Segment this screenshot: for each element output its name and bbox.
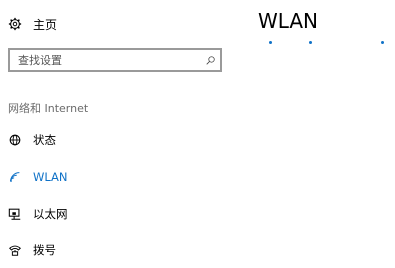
sidebar-item-wlan[interactable]: WLAN xyxy=(8,166,68,188)
search-icon[interactable] xyxy=(200,50,220,70)
sidebar-item-label: 状态 xyxy=(33,133,56,147)
sidebar-item-label: 以太网 xyxy=(33,207,68,221)
home-label: 主页 xyxy=(33,17,58,32)
section-label: 网络和 Internet xyxy=(8,102,89,115)
search-input[interactable] xyxy=(10,50,200,70)
wifi-icon xyxy=(8,170,22,184)
globe-icon xyxy=(8,133,22,147)
sidebar-item-label: WLAN xyxy=(33,170,68,184)
home-nav-item[interactable]: 主页 xyxy=(8,13,57,35)
loading-dot xyxy=(309,41,312,44)
sidebar-item-label: 拨号 xyxy=(33,243,56,257)
search-box[interactable] xyxy=(8,48,222,72)
page-title: WLAN xyxy=(258,9,319,33)
gear-icon xyxy=(8,17,22,31)
sidebar-item-ethernet[interactable]: 以太网 xyxy=(8,203,68,225)
loading-dot xyxy=(381,41,384,44)
ethernet-icon xyxy=(8,207,22,221)
loading-dot xyxy=(269,41,272,44)
dialup-icon xyxy=(8,243,22,257)
sidebar-item-status[interactable]: 状态 xyxy=(8,129,56,151)
sidebar-item-dialup[interactable]: 拨号 xyxy=(8,239,56,261)
